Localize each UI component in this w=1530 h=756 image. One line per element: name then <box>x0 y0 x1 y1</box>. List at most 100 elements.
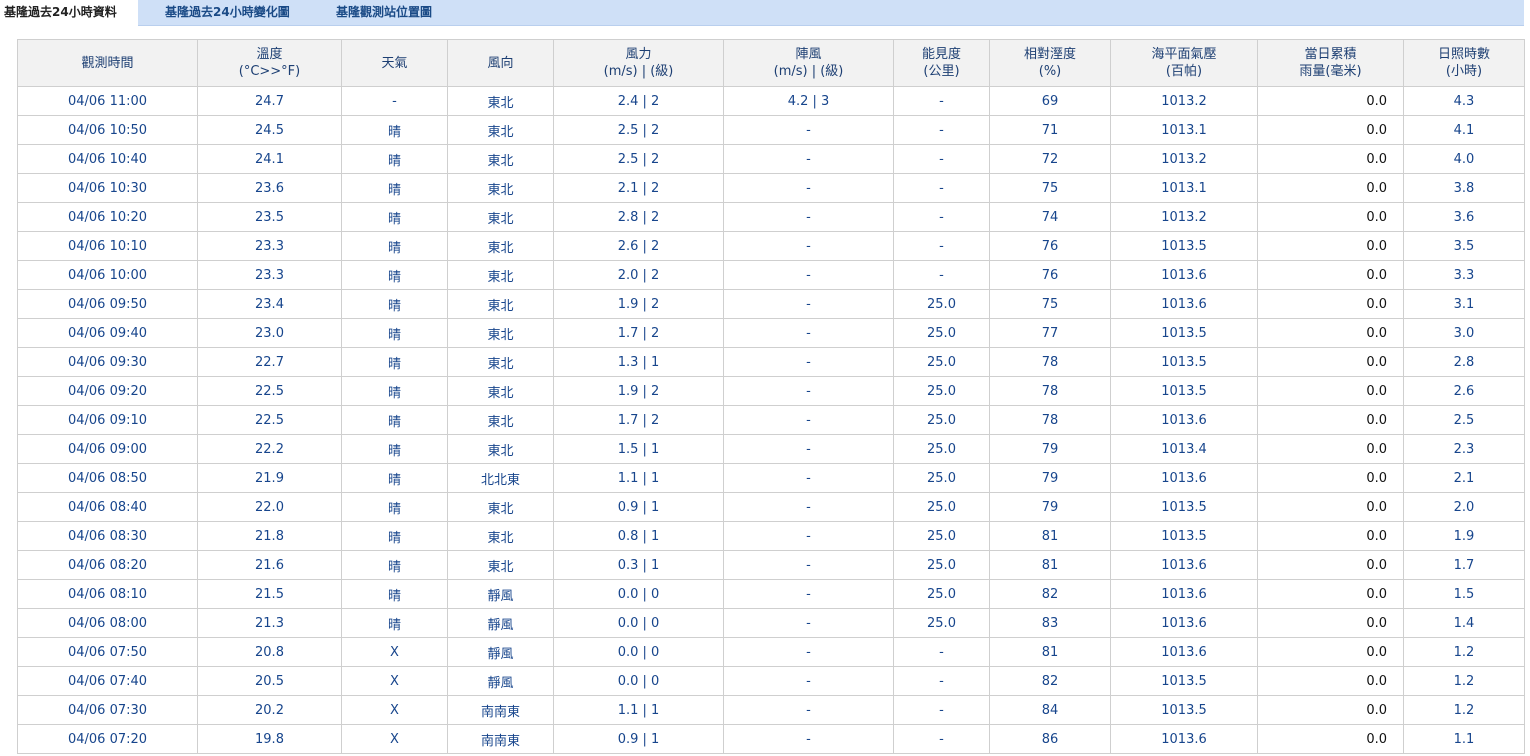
tab-24h-chart[interactable]: 基隆過去24小時變化圖 <box>165 0 290 25</box>
cell-visibility: - <box>893 666 990 696</box>
cell-rainfall: 0.0 <box>1257 318 1404 348</box>
cell-sunshine: 3.1 <box>1403 289 1525 319</box>
cell-gust: - <box>723 202 894 232</box>
cell-weather: 晴 <box>341 579 448 609</box>
cell-sunshine: 1.7 <box>1403 550 1525 580</box>
cell-obs-time: 04/06 10:30 <box>17 173 198 203</box>
cell-weather: 晴 <box>341 260 448 290</box>
cell-temperature: 22.7 <box>197 347 342 377</box>
cell-humidity: 79 <box>989 492 1111 522</box>
cell-visibility: 25.0 <box>893 376 990 406</box>
cell-temperature: 20.2 <box>197 695 342 725</box>
cell-wind-direction: 靜風 <box>447 579 554 609</box>
cell-weather: X <box>341 666 448 696</box>
cell-visibility: - <box>893 695 990 725</box>
cell-weather: 晴 <box>341 202 448 232</box>
cell-rainfall: 0.0 <box>1257 579 1404 609</box>
cell-humidity: 79 <box>989 434 1111 464</box>
header-sunshine: 日照時數 (小時) <box>1403 39 1525 87</box>
cell-temperature: 22.5 <box>197 376 342 406</box>
cell-rainfall: 0.0 <box>1257 260 1404 290</box>
cell-weather: 晴 <box>341 173 448 203</box>
header-humidity: 相對溼度 (%) <box>989 39 1111 87</box>
cell-rainfall: 0.0 <box>1257 695 1404 725</box>
cell-humidity: 76 <box>989 231 1111 261</box>
cell-sunshine: 2.0 <box>1403 492 1525 522</box>
table-row: 04/06 09:10 22.5 晴東北 1.7 | 2-25.0 78 1013.6 0.… <box>17 405 1525 435</box>
cell-temperature: 19.8 <box>197 724 342 754</box>
cell-rainfall: 0.0 <box>1257 492 1404 522</box>
cell-wind-force: 0.3 | 1 <box>553 550 724 580</box>
table-row: 04/06 10:00 23.3 晴東北 2.0 | 2- -76 1013.6 0.0 3.… <box>17 260 1525 290</box>
cell-visibility: 25.0 <box>893 347 990 377</box>
cell-pressure: 1013.2 <box>1110 144 1258 174</box>
cell-sunshine: 1.2 <box>1403 695 1525 725</box>
cell-wind-force: 0.9 | 1 <box>553 492 724 522</box>
cell-wind-force: 2.4 | 2 <box>553 86 724 116</box>
tab-24h-data[interactable]: 基隆過去24小時資料 <box>0 0 138 27</box>
table-row: 04/06 10:20 23.5 晴東北 2.8 | 2- -74 1013.2 0.0 3.… <box>17 202 1525 232</box>
cell-gust: - <box>723 144 894 174</box>
table-row: 04/06 08:40 22.0 晴東北 0.9 | 1-25.0 79 1013.5 0.… <box>17 492 1525 522</box>
cell-pressure: 1013.6 <box>1110 550 1258 580</box>
cell-wind-direction: 東北 <box>447 144 554 174</box>
cell-temperature: 20.8 <box>197 637 342 667</box>
table-row: 04/06 07:30 20.2 X 南南東 1.1 | 1- -84 1013.5 0.0 1… <box>17 695 1525 725</box>
header-wind-force: 風力 (m/s) | (級) <box>553 39 724 87</box>
cell-rainfall: 0.0 <box>1257 434 1404 464</box>
cell-wind-direction: 東北 <box>447 405 554 435</box>
cell-sunshine: 2.5 <box>1403 405 1525 435</box>
cell-weather: 晴 <box>341 318 448 348</box>
cell-sunshine: 4.0 <box>1403 144 1525 174</box>
cell-wind-force: 1.1 | 1 <box>553 463 724 493</box>
table-row: 04/06 09:00 22.2 晴東北 1.5 | 1-25.0 79 1013.4 0.… <box>17 434 1525 464</box>
cell-wind-force: 2.6 | 2 <box>553 231 724 261</box>
cell-humidity: 75 <box>989 289 1111 319</box>
cell-wind-direction: 東北 <box>447 173 554 203</box>
cell-obs-time: 04/06 09:30 <box>17 347 198 377</box>
cell-obs-time: 04/06 11:00 <box>17 86 198 116</box>
cell-sunshine: 1.2 <box>1403 666 1525 696</box>
cell-humidity: 86 <box>989 724 1111 754</box>
tab-station-map[interactable]: 基隆觀測站位置圖 <box>336 0 432 25</box>
cell-pressure: 1013.5 <box>1110 492 1258 522</box>
cell-rainfall: 0.0 <box>1257 173 1404 203</box>
cell-visibility: - <box>893 173 990 203</box>
cell-visibility: 25.0 <box>893 289 990 319</box>
table-row: 04/06 11:00 24.7- 東北 2.4 | 2 4.2 | 3-69 1013.… <box>17 86 1525 116</box>
cell-rainfall: 0.0 <box>1257 463 1404 493</box>
cell-obs-time: 04/06 09:20 <box>17 376 198 406</box>
cell-obs-time: 04/06 10:40 <box>17 144 198 174</box>
cell-weather: 晴 <box>341 434 448 464</box>
cell-weather: 晴 <box>341 521 448 551</box>
cell-pressure: 1013.6 <box>1110 260 1258 290</box>
header-wind-direction: 風向 <box>447 39 554 87</box>
cell-rainfall: 0.0 <box>1257 637 1404 667</box>
header-temperature: 溫度 (°C>>°F) <box>197 39 342 87</box>
cell-gust: - <box>723 231 894 261</box>
cell-weather: 晴 <box>341 376 448 406</box>
cell-temperature: 21.8 <box>197 521 342 551</box>
cell-wind-direction: 東北 <box>447 318 554 348</box>
cell-temperature: 22.5 <box>197 405 342 435</box>
cell-wind-direction: 東北 <box>447 550 554 580</box>
cell-visibility: - <box>893 231 990 261</box>
cell-gust: - <box>723 434 894 464</box>
cell-wind-force: 1.7 | 2 <box>553 405 724 435</box>
cell-obs-time: 04/06 09:10 <box>17 405 198 435</box>
cell-weather: 晴 <box>341 463 448 493</box>
cell-temperature: 22.0 <box>197 492 342 522</box>
cell-gust: - <box>723 608 894 638</box>
temp-unit-toggle[interactable]: (°C>>°F) <box>239 64 300 79</box>
cell-weather: X <box>341 695 448 725</box>
cell-gust: - <box>723 724 894 754</box>
table-row: 04/06 09:30 22.7 晴東北 1.3 | 1-25.0 78 1013.5 0.… <box>17 347 1525 377</box>
cell-wind-direction: 東北 <box>447 347 554 377</box>
cell-wind-force: 1.1 | 1 <box>553 695 724 725</box>
cell-gust: - <box>723 318 894 348</box>
cell-pressure: 1013.4 <box>1110 434 1258 464</box>
cell-temperature: 23.5 <box>197 202 342 232</box>
cell-rainfall: 0.0 <box>1257 289 1404 319</box>
cell-wind-force: 0.0 | 0 <box>553 666 724 696</box>
cell-wind-direction: 東北 <box>447 202 554 232</box>
